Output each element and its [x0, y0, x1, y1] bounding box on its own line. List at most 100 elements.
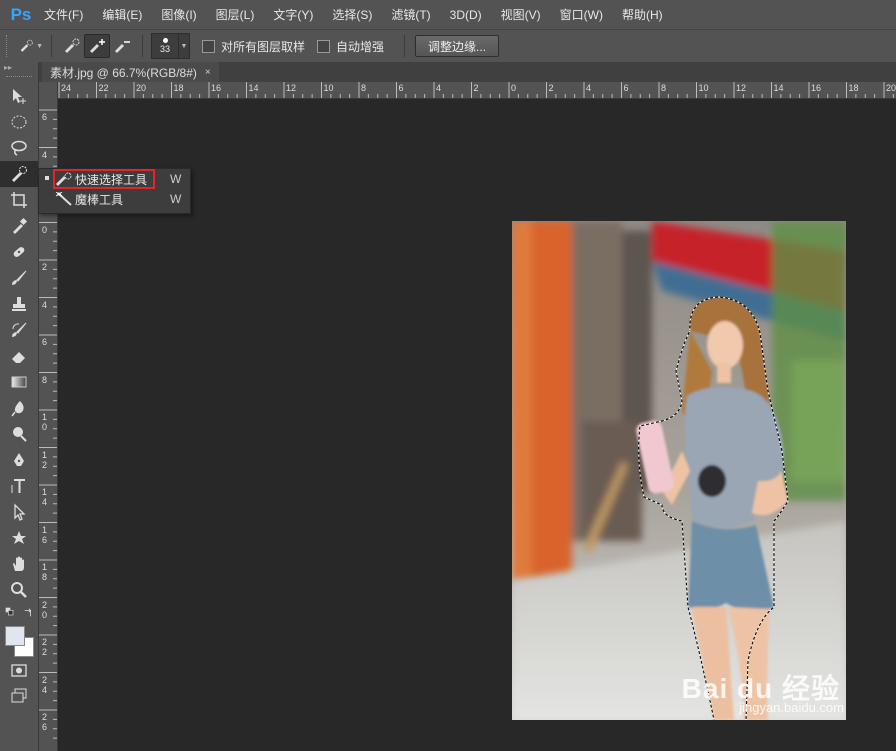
ruler-tick-label: 6 [398, 83, 404, 93]
ruler-tick-label: 16 [211, 83, 222, 93]
elliptical-marquee-icon [11, 115, 27, 129]
eraser-icon [12, 352, 25, 363]
eyedropper-tool[interactable] [0, 213, 38, 239]
menu-edit[interactable]: 编辑(E) [102, 6, 142, 23]
path-selection-tool[interactable] [0, 499, 38, 525]
menu-layer[interactable]: 图层(L) [216, 6, 255, 23]
eyedropper-icon [13, 217, 28, 234]
dodge-tool[interactable] [0, 421, 38, 447]
menu-image[interactable]: 图像(I) [161, 6, 196, 23]
custom-shape-tool[interactable] [0, 525, 38, 551]
brush-tool[interactable] [0, 265, 38, 291]
ruler-tick-label: 6 [42, 112, 48, 122]
shape-icon [12, 531, 26, 544]
zoom-tool[interactable] [0, 577, 38, 603]
ruler-tick-label: 10 [698, 83, 709, 93]
document-title: 素材.jpg @ 66.7%(RGB/8#) [50, 65, 197, 80]
type-tool[interactable] [0, 473, 38, 499]
menu-file[interactable]: 文件(F) [44, 6, 83, 23]
crop-tool[interactable] [0, 187, 38, 213]
ruler-tick-label: 6 [623, 83, 629, 93]
dodge-icon [13, 427, 27, 442]
quick-mask-button[interactable] [0, 657, 38, 683]
menu-help[interactable]: 帮助(H) [622, 6, 663, 23]
new-selection-button[interactable] [60, 35, 84, 57]
menu-window[interactable]: 窗口(W) [560, 6, 603, 23]
lasso-tool[interactable] [0, 135, 38, 161]
menu-filter[interactable]: 滤镜(T) [391, 6, 430, 23]
menu-select[interactable]: 选择(S) [332, 6, 372, 23]
add-to-selection-button[interactable] [84, 34, 110, 58]
document-tab-bar: 素材.jpg @ 66.7%(RGB/8#) × [39, 62, 896, 82]
history-brush-icon [12, 322, 27, 337]
checkbox-box[interactable] [202, 39, 215, 53]
options-grip[interactable] [6, 35, 11, 57]
quick-selection-tool[interactable] [0, 161, 38, 187]
refine-edge-button[interactable]: 调整边缘... [415, 35, 500, 57]
ruler-tick-label: 20 [136, 83, 147, 93]
brush-dropdown-button[interactable]: ▼ [179, 33, 190, 59]
sample-all-layers-label: 对所有图层取样 [221, 39, 306, 54]
shortcut-key: W [170, 192, 182, 206]
ruler-tick-label: 18 [848, 83, 859, 93]
subtract-selection-icon [115, 41, 130, 53]
clone-stamp-tool[interactable] [0, 291, 38, 317]
subtract-selection-button[interactable] [110, 35, 134, 57]
brush-size-picker[interactable]: 33 [151, 33, 179, 59]
ruler-tick-label: 14 [248, 83, 259, 93]
pen-tool[interactable] [0, 447, 38, 473]
color-swatches[interactable] [0, 623, 38, 657]
toolbar-grip[interactable] [6, 76, 32, 81]
menu-view[interactable]: 视图(V) [501, 6, 541, 23]
flyout-item-magic-wand[interactable]: 魔棒工具 W [39, 189, 190, 209]
ruler-tick-label: 24 [61, 83, 72, 93]
ruler-tick-label: 14 [773, 83, 784, 93]
ruler-tick-label: 16 [811, 83, 822, 93]
blur-tool[interactable] [0, 395, 38, 421]
panel-collapse-icon[interactable]: ▸▸ [0, 62, 38, 74]
menu-3d[interactable]: 3D(D) [450, 8, 482, 22]
ruler-tick-label: 2 [473, 83, 479, 93]
healing-brush-tool[interactable] [0, 239, 38, 265]
hand-tool[interactable] [0, 551, 38, 577]
ruler-tick-label: 12 [286, 83, 297, 93]
horizontal-ruler[interactable]: 24 22 20 18 16 14 12 10 8 6 4 2 0 2 4 6 8 10 12 14 16 18 20 [39, 82, 896, 99]
ruler-tick-label: 1 6 [42, 524, 48, 545]
ruler-origin[interactable] [39, 82, 58, 98]
tool-preset-button[interactable]: ▼ [19, 35, 43, 57]
sample-all-layers-checkbox[interactable]: 对所有图层取样 [202, 38, 305, 55]
hand-icon [13, 556, 24, 571]
color-swap-controls[interactable] [0, 603, 38, 623]
checkbox-box[interactable] [317, 39, 331, 53]
foreground-color-swatch[interactable] [5, 626, 25, 646]
ruler-tick-label: 20 [886, 83, 896, 93]
stamp-icon [12, 297, 26, 311]
ruler-tick-label: 2 2 [42, 637, 48, 657]
move-tool[interactable] [0, 83, 38, 109]
ruler-tick-label: 12 [736, 83, 747, 93]
ruler-tick-label: 18 [173, 83, 184, 93]
swap-colors-icon[interactable] [23, 608, 33, 618]
lasso-icon [11, 140, 27, 156]
separator [142, 35, 143, 57]
close-tab-icon[interactable]: × [205, 67, 211, 78]
document-tab[interactable]: 素材.jpg @ 66.7%(RGB/8#) × [42, 62, 219, 82]
menu-type[interactable]: 文字(Y) [273, 6, 313, 23]
brush-dot-icon [162, 38, 168, 43]
screen-mode-button[interactable] [0, 683, 38, 709]
gradient-tool[interactable] [0, 369, 38, 395]
marquee-tool[interactable] [0, 109, 38, 135]
pen-icon [14, 453, 24, 466]
active-tool-bullet-icon [45, 176, 49, 180]
default-colors-icon[interactable] [5, 607, 17, 619]
ruler-tick-label: 1 0 [42, 412, 48, 432]
history-brush-tool[interactable] [0, 317, 38, 343]
eraser-tool[interactable] [0, 343, 38, 369]
flyout-item-quick-selection[interactable]: 快速选择工具 W [39, 169, 190, 189]
photoshop-logo: Ps [10, 4, 32, 24]
ruler-tick-label: 2 0 [42, 599, 48, 620]
auto-enhance-checkbox[interactable]: 自动增强 [317, 38, 384, 55]
quick-selection-icon [20, 39, 33, 52]
menu-bar: Ps 文件(F) 编辑(E) 图像(I) 图层(L) 文字(Y) 选择(S) 滤… [0, 0, 896, 29]
document-image[interactable] [512, 221, 846, 720]
